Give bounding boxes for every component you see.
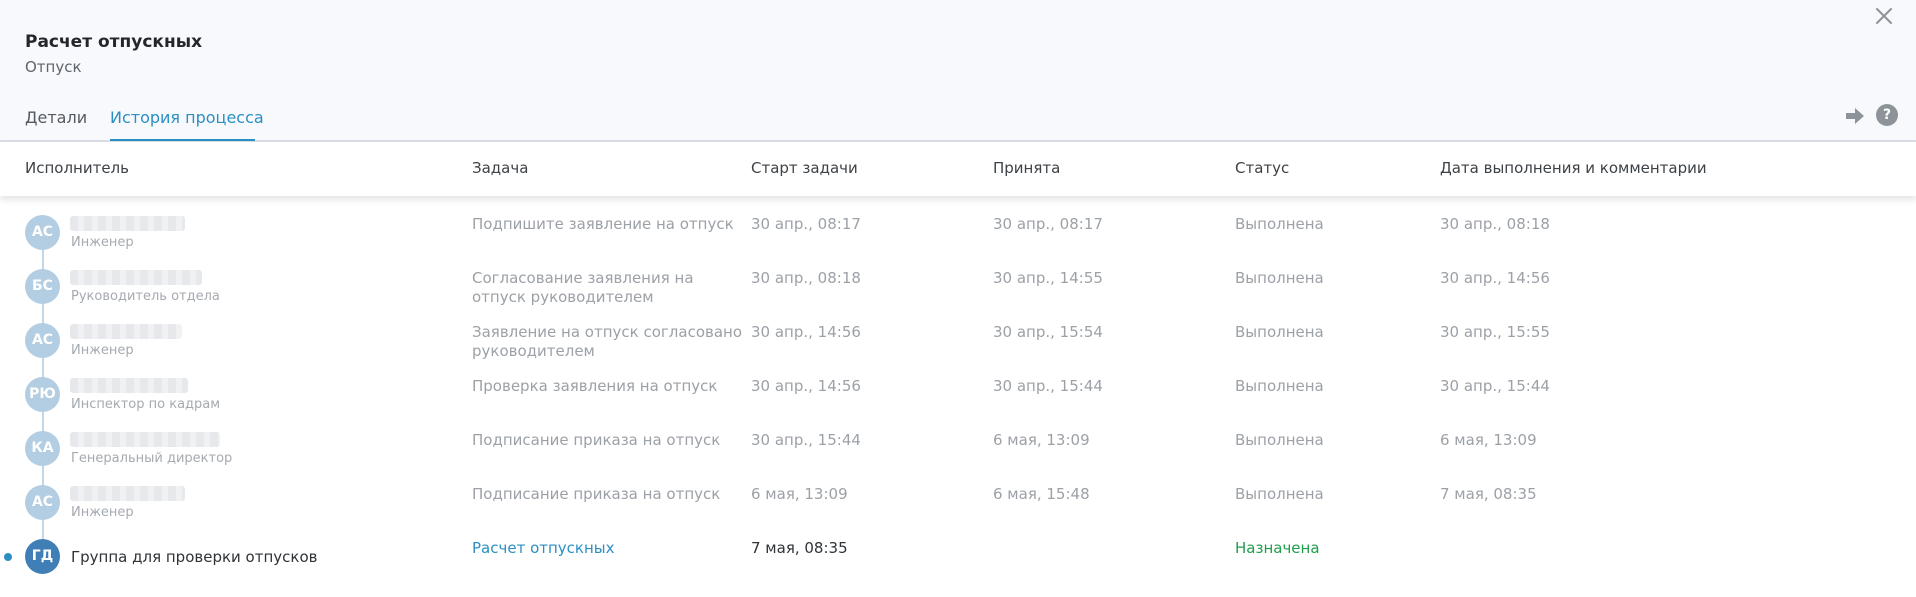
task-name: Подпишите заявление на отпуск (472, 215, 734, 233)
active-tab-indicator (110, 139, 255, 141)
task-accepted: 30 апр., 08:17 (993, 215, 1103, 233)
task-start: 30 апр., 08:17 (751, 215, 861, 233)
table-row-current: ГД Группа для проверки отпусков Расчет о… (0, 534, 1916, 588)
task-accepted: 6 мая, 15:48 (993, 485, 1090, 503)
avatar: АС (25, 485, 60, 520)
table-row: АС Инженер Подписание приказа на отпуск … (0, 480, 1916, 534)
task-done-date: 30 апр., 15:55 (1440, 323, 1550, 341)
task-accepted: 6 мая, 13:09 (993, 431, 1090, 449)
task-done-date: 30 апр., 14:56 (1440, 269, 1550, 287)
task-name-link[interactable]: Расчет отпускных (472, 539, 742, 558)
table-row: АС Инженер Подпишите заявление на отпуск… (0, 210, 1916, 264)
task-name: Подписание приказа на отпуск (472, 485, 721, 503)
column-task: Задача (472, 159, 529, 177)
executor-name-redacted (70, 486, 185, 501)
column-done: Дата выполнения и комментарии (1440, 159, 1707, 177)
executor-role: Инспектор по кадрам (71, 397, 221, 412)
avatar: ГД (25, 539, 60, 574)
task-status: Выполнена (1235, 269, 1324, 287)
task-status: Выполнена (1235, 323, 1324, 341)
task-done-date: 30 апр., 08:18 (1440, 215, 1550, 233)
task-status: Выполнена (1235, 215, 1324, 233)
executor-name-redacted (70, 324, 182, 339)
tab-details[interactable]: Детали (25, 108, 87, 127)
avatar: АС (25, 323, 60, 358)
task-start: 30 апр., 08:18 (751, 269, 861, 287)
task-start: 7 мая, 08:35 (751, 539, 848, 557)
column-executor: Исполнитель (25, 159, 129, 177)
table-row: КА Генеральный директор Подписание прика… (0, 426, 1916, 480)
task-name: Заявление на отпуск согласовано руководи… (472, 323, 743, 360)
column-start: Старт задачи (751, 159, 858, 177)
page-title: Расчет отпускных (25, 32, 203, 52)
column-status: Статус (1235, 159, 1290, 177)
task-start: 30 апр., 15:44 (751, 431, 861, 449)
executor-role: Генеральный директор (71, 451, 233, 466)
task-status: Выполнена (1235, 377, 1324, 395)
task-accepted: 30 апр., 15:44 (993, 377, 1103, 395)
executor-role: Инженер (71, 505, 134, 520)
executor-role: Инженер (71, 343, 134, 358)
avatar: КА (25, 431, 60, 466)
executor-role: Руководитель отдела (71, 289, 220, 304)
header-area: Расчет отпускных Отпуск Детали История п… (0, 0, 1916, 142)
avatar: БС (25, 269, 60, 304)
task-name: Согласование заявления на отпуск руковод… (472, 269, 694, 306)
task-done-date: 7 мая, 08:35 (1440, 485, 1537, 503)
task-start: 30 апр., 14:56 (751, 377, 861, 395)
executor-name-redacted (70, 378, 188, 393)
task-name: Проверка заявления на отпуск (472, 377, 718, 395)
close-icon[interactable] (1872, 4, 1896, 28)
arrow-right-icon[interactable] (1844, 105, 1866, 127)
executor-role: Инженер (71, 235, 134, 250)
table-row: БС Руководитель отдела Согласование заяв… (0, 264, 1916, 318)
avatar: РЮ (25, 377, 60, 412)
page-subtitle: Отпуск (25, 58, 82, 76)
task-accepted: 30 апр., 15:54 (993, 323, 1103, 341)
table-row: РЮ Инспектор по кадрам Проверка заявлени… (0, 372, 1916, 426)
task-start: 6 мая, 13:09 (751, 485, 848, 503)
task-accepted: 30 апр., 14:55 (993, 269, 1103, 287)
executor-name-redacted (70, 270, 202, 285)
avatar: АС (25, 215, 60, 250)
executor-name-redacted (70, 216, 185, 231)
task-status: Выполнена (1235, 431, 1324, 449)
task-done-date: 6 мая, 13:09 (1440, 431, 1537, 449)
task-status: Назначена (1235, 539, 1320, 557)
task-name: Подписание приказа на отпуск (472, 431, 721, 449)
task-start: 30 апр., 14:56 (751, 323, 861, 341)
task-status: Выполнена (1235, 485, 1324, 503)
table-header: Исполнитель Задача Старт задачи Принята … (0, 142, 1916, 196)
help-icon[interactable]: ? (1876, 104, 1898, 126)
current-step-indicator (4, 553, 12, 561)
tab-process-history[interactable]: История процесса (110, 108, 264, 127)
task-done-date: 30 апр., 15:44 (1440, 377, 1550, 395)
table-row: АС Инженер Заявление на отпуск согласова… (0, 318, 1916, 372)
column-accepted: Принята (993, 159, 1061, 177)
executor-name-redacted (70, 432, 220, 447)
executor-group-name: Группа для проверки отпусков (71, 548, 318, 566)
